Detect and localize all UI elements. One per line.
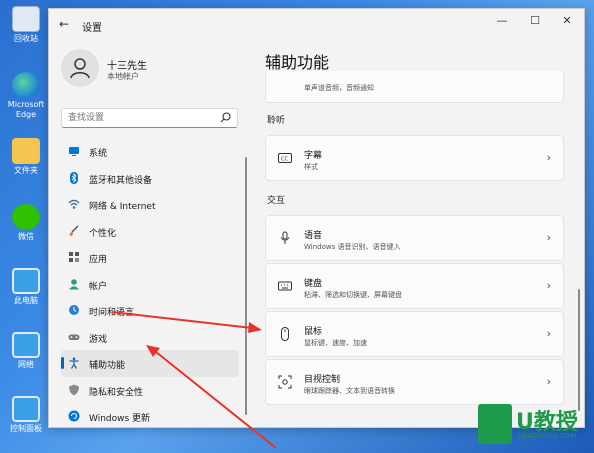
annotation-arrows: [111, 311, 277, 449]
arrow-to-accessibility: [155, 351, 277, 449]
arrow-head: [146, 345, 160, 357]
watermark-url: UJIAOSHOU.COM: [518, 432, 577, 440]
arrow-to-mouse: [111, 311, 253, 329]
watermark-logo: U教授 UJIAOSHOU.COM: [474, 400, 594, 453]
arrow-head: [248, 322, 262, 333]
watermark-badge-icon: [478, 404, 512, 444]
